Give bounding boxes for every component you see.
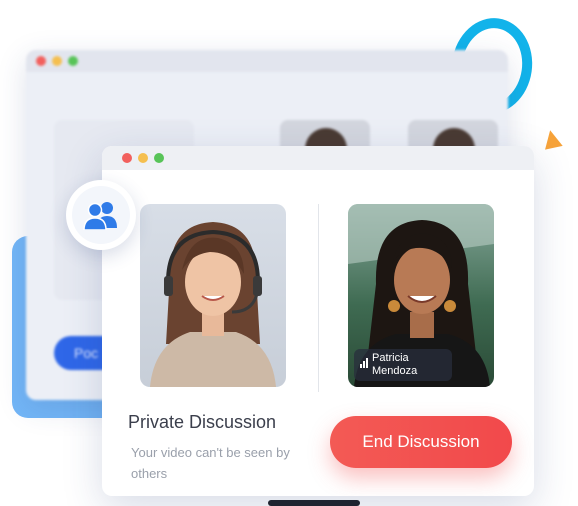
- discussion-window: Patricia Mendoza Private Discussion Your…: [102, 146, 534, 496]
- participant-name-tag: Patricia Mendoza: [354, 349, 452, 381]
- video-tile-left: [140, 204, 286, 387]
- signal-bars-icon: [360, 358, 368, 368]
- close-dot: [36, 56, 46, 66]
- users-icon: [83, 202, 117, 230]
- background-window-titlebar: [26, 50, 508, 72]
- decor-bottom-strip: [268, 500, 360, 506]
- end-discussion-button[interactable]: End Discussion: [330, 416, 512, 468]
- video-tile-right: Patricia Mendoza: [348, 204, 494, 387]
- participant-photo-left: [150, 222, 276, 387]
- maximize-window-dot[interactable]: [154, 153, 164, 163]
- minimize-dot: [52, 56, 62, 66]
- discussion-title: Private Discussion: [128, 412, 277, 432]
- discussion-subtitle: Your video can't be seen by others: [131, 445, 290, 481]
- decor-triangle: [541, 128, 563, 150]
- participant-name: Patricia Mendoza: [372, 352, 418, 377]
- participants-badge-inner: [72, 186, 130, 244]
- video-divider: [318, 204, 319, 392]
- participants-badge[interactable]: [66, 180, 136, 250]
- close-window-dot[interactable]: [122, 153, 132, 163]
- minimize-window-dot[interactable]: [138, 153, 148, 163]
- window-titlebar: [102, 146, 534, 170]
- maximize-dot: [68, 56, 78, 66]
